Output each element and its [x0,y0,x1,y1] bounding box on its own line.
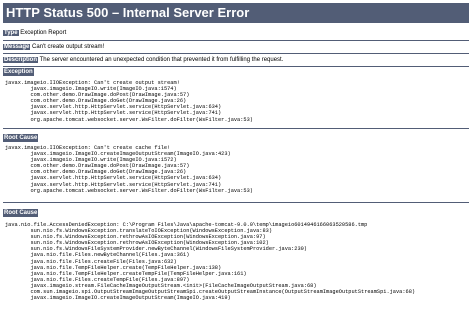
message-row: Message Can't create output stream! [3,43,104,51]
root-cause-stacktrace: java.nio.file.AccessDeniedException: C:\… [5,222,416,302]
description-value: The server encountered an unexpected con… [39,57,284,63]
description-row: Description The server encountered an un… [3,56,283,64]
divider [3,202,469,203]
type-value: Exception Report [20,30,67,36]
exception-heading: Exception [3,68,34,76]
description-label: Description [3,57,39,63]
divider [3,66,469,67]
divider [3,128,469,129]
error-page: HTTP Status 500 – Internal Server Error … [0,0,474,310]
divider [3,40,469,41]
root-cause-heading: Root Cause [3,134,39,142]
root-cause-heading: Root Cause [3,209,39,217]
type-row: Type Exception Report [3,29,66,37]
root-cause-stacktrace: javax.imageio.IIOException: Can't create… [5,145,253,194]
type-label: Type [3,30,19,36]
message-value: Can't create output stream! [32,44,105,50]
exception-stacktrace: javax.imageio.IIOException: Can't create… [5,80,253,123]
divider [3,53,469,54]
page-title: HTTP Status 500 – Internal Server Error [3,3,469,23]
message-label: Message [3,44,31,50]
